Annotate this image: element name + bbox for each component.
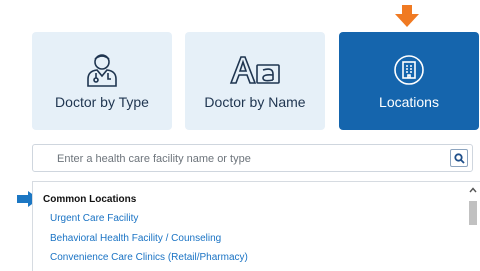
doctor-by-name-tile[interactable]: Doctor by Name bbox=[185, 32, 325, 130]
option-behavioral-health[interactable]: Behavioral Health Facility / Counseling bbox=[50, 233, 221, 244]
tile-label: Locations bbox=[379, 94, 439, 110]
group-title: Common Locations bbox=[43, 194, 137, 205]
locations-dropdown: Common Locations Urgent Care Facility Be… bbox=[32, 181, 480, 271]
building-icon bbox=[393, 50, 425, 90]
doctor-by-type-tile[interactable]: Doctor by Type bbox=[32, 32, 172, 130]
tile-label: Doctor by Type bbox=[55, 94, 149, 110]
facility-search-box bbox=[32, 144, 473, 172]
scroll-thumb[interactable] bbox=[469, 201, 477, 225]
locations-tile[interactable]: Locations bbox=[339, 32, 479, 130]
tile-label: Doctor by Name bbox=[204, 94, 306, 110]
scrollbar[interactable] bbox=[466, 182, 480, 262]
search-button[interactable] bbox=[450, 149, 468, 167]
font-icon bbox=[229, 50, 281, 90]
search-input[interactable] bbox=[55, 149, 439, 169]
scroll-up-icon[interactable] bbox=[469, 187, 477, 193]
doctor-icon bbox=[85, 50, 119, 90]
option-convenience-care[interactable]: Convenience Care Clinics (Retail/Pharmac… bbox=[50, 252, 248, 263]
option-urgent-care[interactable]: Urgent Care Facility bbox=[50, 213, 138, 224]
callout-arrow-down-icon bbox=[395, 5, 419, 27]
search-icon bbox=[453, 152, 465, 164]
